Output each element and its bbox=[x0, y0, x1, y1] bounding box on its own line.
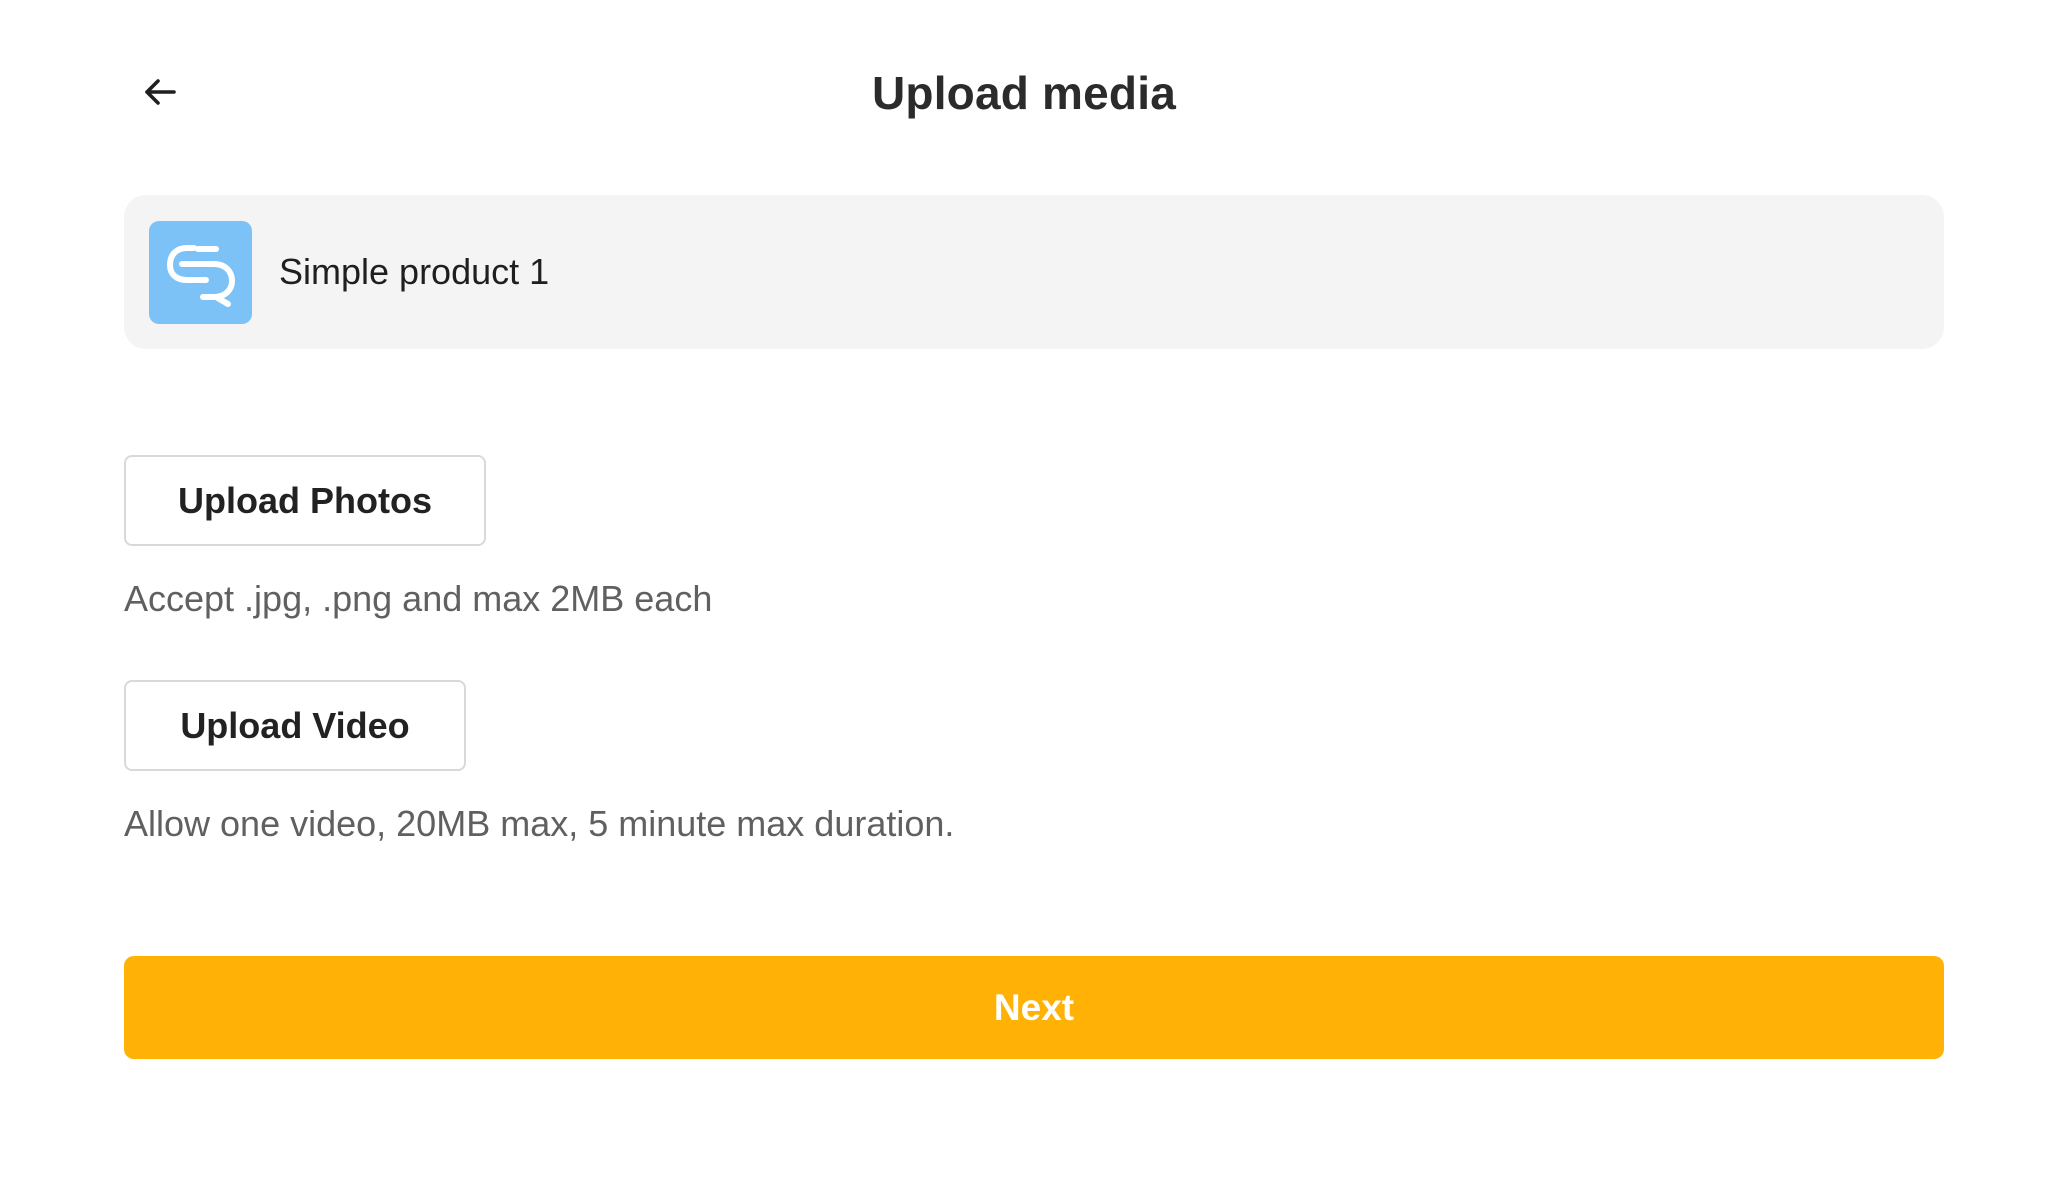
upload-photos-button[interactable]: Upload Photos bbox=[124, 455, 486, 546]
product-card: Simple product 1 bbox=[124, 195, 1944, 349]
product-logo-icon bbox=[166, 245, 235, 307]
page-title: Upload media bbox=[871, 67, 1176, 119]
next-button[interactable]: Next bbox=[124, 956, 1944, 1059]
product-thumbnail bbox=[149, 220, 252, 324]
upload-photos-help-text: Accept .jpg, .png and max 2MB each bbox=[124, 578, 713, 619]
upload-video-help-text: Allow one video, 20MB max, 5 minute max … bbox=[124, 803, 955, 844]
upload-video-button[interactable]: Upload Video bbox=[124, 680, 466, 771]
header: Upload media bbox=[0, 0, 2048, 190]
product-name: Simple product 1 bbox=[279, 251, 550, 292]
